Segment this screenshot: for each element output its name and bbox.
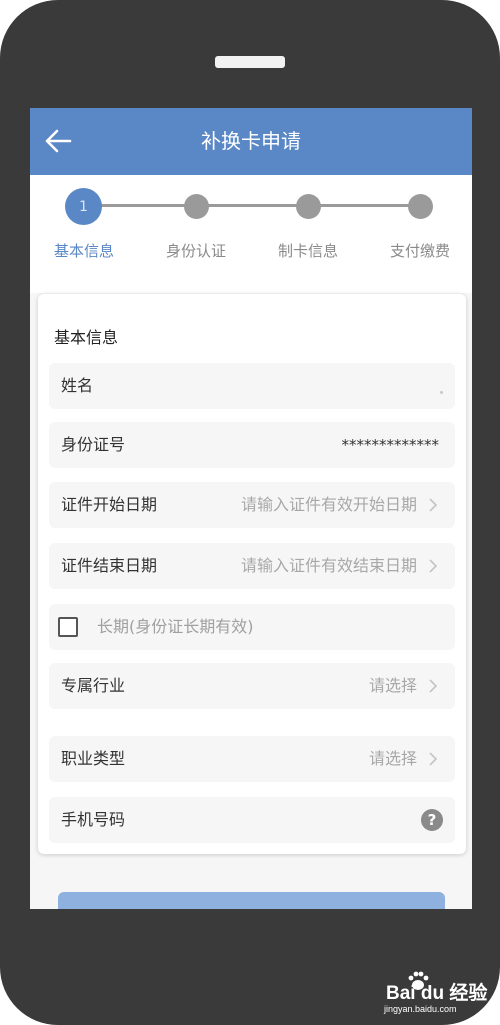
step-dot-4 — [408, 194, 433, 219]
chevron-right-icon — [429, 498, 438, 512]
long-term-option[interactable]: 长期(身份证长期有效) — [49, 604, 455, 650]
id-start-date-placeholder: 请输入证件有效开始日期 — [240, 495, 417, 514]
stepper-track — [83, 204, 418, 207]
basic-info-card: 基本信息 姓名 身份证号 ************* 证件开始日期 请输入证件有… — [38, 294, 466, 854]
back-button[interactable] — [40, 124, 76, 158]
name-field[interactable]: 姓名 — [49, 363, 455, 409]
step-label-basic-info: 基本信息 — [53, 242, 114, 260]
id-end-date-label: 证件结束日期 — [61, 556, 158, 575]
name-label: 姓名 — [61, 376, 94, 395]
step-dot-1: 1 — [65, 188, 102, 225]
long-term-checkbox[interactable] — [58, 617, 78, 637]
progress-stepper: 1 基本信息 身份认证 制卡信息 支付缴费 — [30, 175, 472, 293]
id-end-date-field[interactable]: 证件结束日期 请输入证件有效结束日期 — [49, 543, 455, 589]
question-help-icon[interactable]: ? — [421, 809, 443, 831]
phone-speaker — [215, 56, 285, 68]
phone-frame: 补换卡申请 1 基本信息 身份认证 制卡信息 支付缴费 基本信息 姓名 身份证号… — [0, 0, 500, 1025]
id-end-date-placeholder: 请输入证件有效结束日期 — [240, 556, 417, 575]
step-label-identity: 身份认证 — [165, 242, 226, 260]
industry-select[interactable]: 专属行业 请选择 — [49, 663, 455, 709]
id-number-label: 身份证号 — [61, 435, 126, 454]
id-start-date-label: 证件开始日期 — [61, 495, 158, 514]
id-number-field[interactable]: 身份证号 ************* — [49, 422, 455, 468]
app-screen: 补换卡申请 1 基本信息 身份认证 制卡信息 支付缴费 基本信息 姓名 身份证号… — [30, 108, 472, 909]
section-title: 基本信息 — [54, 328, 119, 347]
baidu-jingyan-watermark: Bai du 经验 jingyan.baidu.com — [380, 968, 490, 1018]
chevron-right-icon — [429, 559, 438, 573]
step-dot-3 — [296, 194, 321, 219]
occupation-select[interactable]: 职业类型 请选择 — [49, 736, 455, 782]
next-button[interactable] — [58, 892, 445, 909]
occupation-placeholder: 请选择 — [368, 749, 417, 768]
page-title: 补换卡申请 — [201, 129, 301, 153]
step-label-payment: 支付缴费 — [389, 242, 450, 260]
phone-field[interactable]: 手机号码 ? — [49, 797, 455, 843]
chevron-right-icon — [429, 679, 438, 693]
step-dot-2 — [184, 194, 209, 219]
arrow-left-icon — [45, 129, 72, 153]
occupation-label: 职业类型 — [61, 749, 126, 768]
app-header: 补换卡申请 — [30, 108, 472, 175]
chevron-right-icon — [429, 752, 438, 766]
watermark-site: jingyan.baidu.com — [384, 1004, 457, 1014]
cursor-mark — [440, 391, 443, 394]
watermark-brand: Bai du 经验 — [386, 983, 488, 1004]
industry-placeholder: 请选择 — [368, 676, 417, 695]
long-term-label: 长期(身份证长期有效) — [97, 617, 254, 636]
id-start-date-field[interactable]: 证件开始日期 请输入证件有效开始日期 — [49, 482, 455, 528]
svg-text:?: ? — [428, 811, 437, 829]
industry-label: 专属行业 — [61, 676, 126, 695]
id-number-value: ************* — [341, 436, 440, 454]
phone-label: 手机号码 — [61, 810, 126, 829]
step-label-card-info: 制卡信息 — [277, 242, 338, 260]
